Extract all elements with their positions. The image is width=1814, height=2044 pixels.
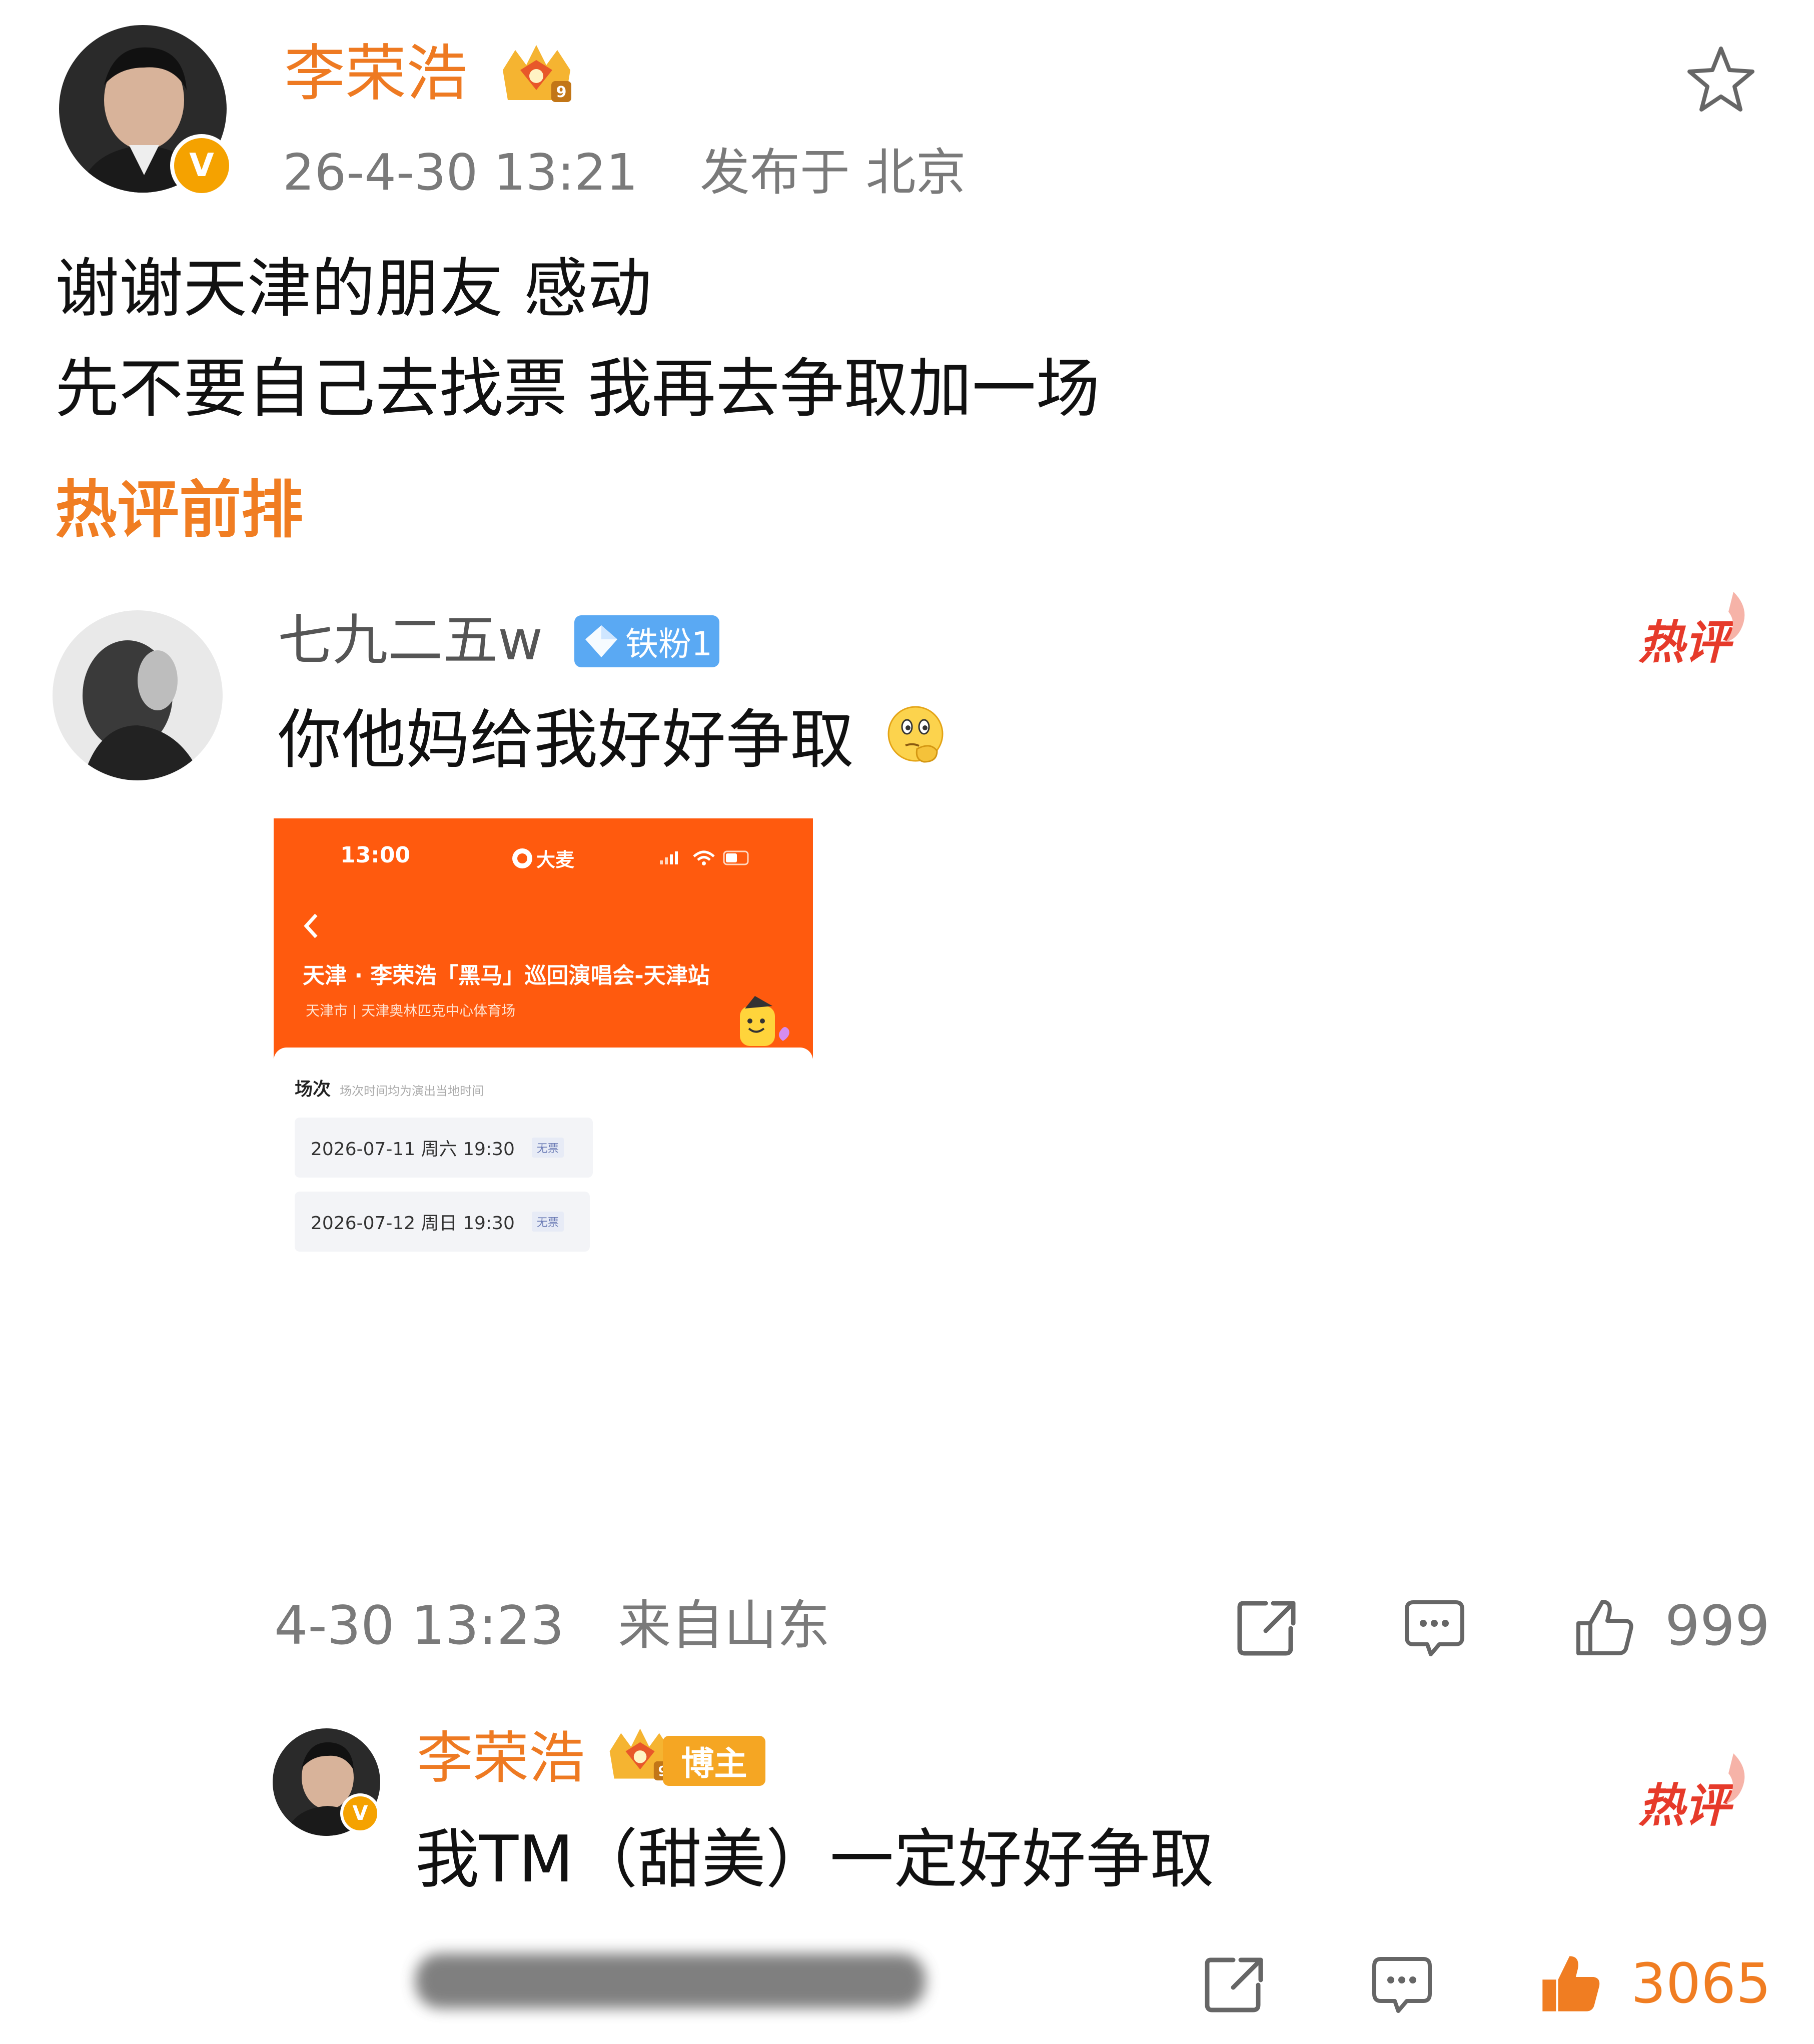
show-venue: 天津市 | 天津奥林匹克中心体育场 — [306, 1002, 516, 1019]
hot-comments-title: 热评前排 — [55, 474, 304, 546]
reply-meta-blurred — [415, 1953, 926, 2008]
comment-text-body: 你他妈给我好好争取 — [278, 703, 854, 777]
blogger-badge-label: 博主 — [681, 1744, 747, 1783]
post-text-line-2: 先不要自己去找票 我再去争取加一场 — [55, 352, 1100, 426]
reply-like-count: 3065 — [1631, 1951, 1771, 2015]
show-title: 天津 · 李荣浩「黑马」巡回演唱会-天津站 — [303, 963, 710, 988]
share-icon[interactable] — [1203, 1955, 1266, 2015]
comment-text: 你他妈给我好好争取 — [278, 700, 854, 780]
crown-level: 9 — [556, 84, 567, 101]
commenter-avatar[interactable] — [53, 610, 223, 780]
verified-badge-icon: V — [340, 1793, 380, 1833]
session-status: 无票 — [531, 1212, 564, 1232]
reply-author-name[interactable]: 李荣浩 — [417, 1723, 585, 1793]
comment-bubble-icon[interactable] — [1403, 1598, 1466, 1658]
post-location: 发布于 北京 — [699, 143, 966, 202]
hot-flame-icon — [1716, 589, 1751, 644]
comment-time: 4-30 13:23 — [274, 1595, 564, 1656]
favorite-star-icon[interactable] — [1683, 43, 1758, 118]
commenter-name[interactable]: 七九二五w — [278, 605, 543, 675]
post-author-name[interactable]: 李荣浩 — [284, 36, 467, 111]
thumbs-up-filled-icon[interactable] — [1538, 1951, 1603, 2016]
session-section-label: 场次 — [295, 1079, 331, 1100]
comment-location: 来自山东 — [618, 1595, 830, 1656]
session-section-hint: 场次时间均为演出当地时间 — [340, 1084, 484, 1098]
comment-bubble-icon[interactable] — [1371, 1955, 1433, 2015]
post-time: 26-4-30 13:21 — [283, 143, 638, 202]
mascot-icon — [735, 991, 795, 1051]
damai-app-brand: 大麦 — [511, 844, 574, 872]
post-text-line-1: 谢谢天津的朋友 感动 — [55, 252, 652, 326]
session-status: 无票 — [531, 1138, 564, 1158]
fan-badge[interactable]: 铁粉1 — [574, 615, 719, 667]
share-icon[interactable] — [1236, 1598, 1298, 1658]
comment-meta: 4-30 13:23 来自山东 — [274, 1591, 830, 1661]
back-chevron-icon[interactable] — [301, 911, 321, 941]
verified-badge-icon: V — [170, 134, 233, 197]
comment-like-count: 999 — [1665, 1594, 1770, 1658]
post-meta: 26-4-30 13:21 发布于 北京 — [283, 140, 966, 205]
hot-flame-icon — [1716, 1751, 1751, 1806]
session-option[interactable]: 2026-07-11 周六 19:30 无票 — [295, 1118, 593, 1178]
reply-text: 我TM（甜美）一定好好争取 — [415, 1822, 1214, 1897]
session-section-header: 场次 场次时间均为演出当地时间 — [295, 1075, 484, 1101]
thinking-face-icon — [883, 703, 948, 768]
attached-image[interactable]: 13:00 大麦 天津 · 李荣浩「黑马」巡回演唱会-天津站 天津市 | 天津奥… — [274, 818, 813, 1259]
crown-badge-icon[interactable]: 9 — [495, 40, 578, 110]
status-time: 13:00 — [340, 842, 411, 868]
session-option[interactable]: 2026-07-12 周日 19:30 无票 — [295, 1192, 590, 1252]
damai-app-name: 大麦 — [536, 849, 575, 871]
diamond-icon — [585, 625, 617, 657]
reply-author-badge[interactable]: 9 博主 — [603, 1723, 768, 1788]
session-date: 2026-07-11 周六 19:30 — [311, 1139, 515, 1160]
fan-badge-label: 铁粉1 — [625, 625, 712, 663]
phone-status-icons — [659, 847, 754, 867]
damai-logo-icon — [512, 848, 532, 868]
session-date: 2026-07-12 周日 19:30 — [311, 1213, 515, 1234]
thumbs-up-icon[interactable] — [1573, 1596, 1636, 1658]
